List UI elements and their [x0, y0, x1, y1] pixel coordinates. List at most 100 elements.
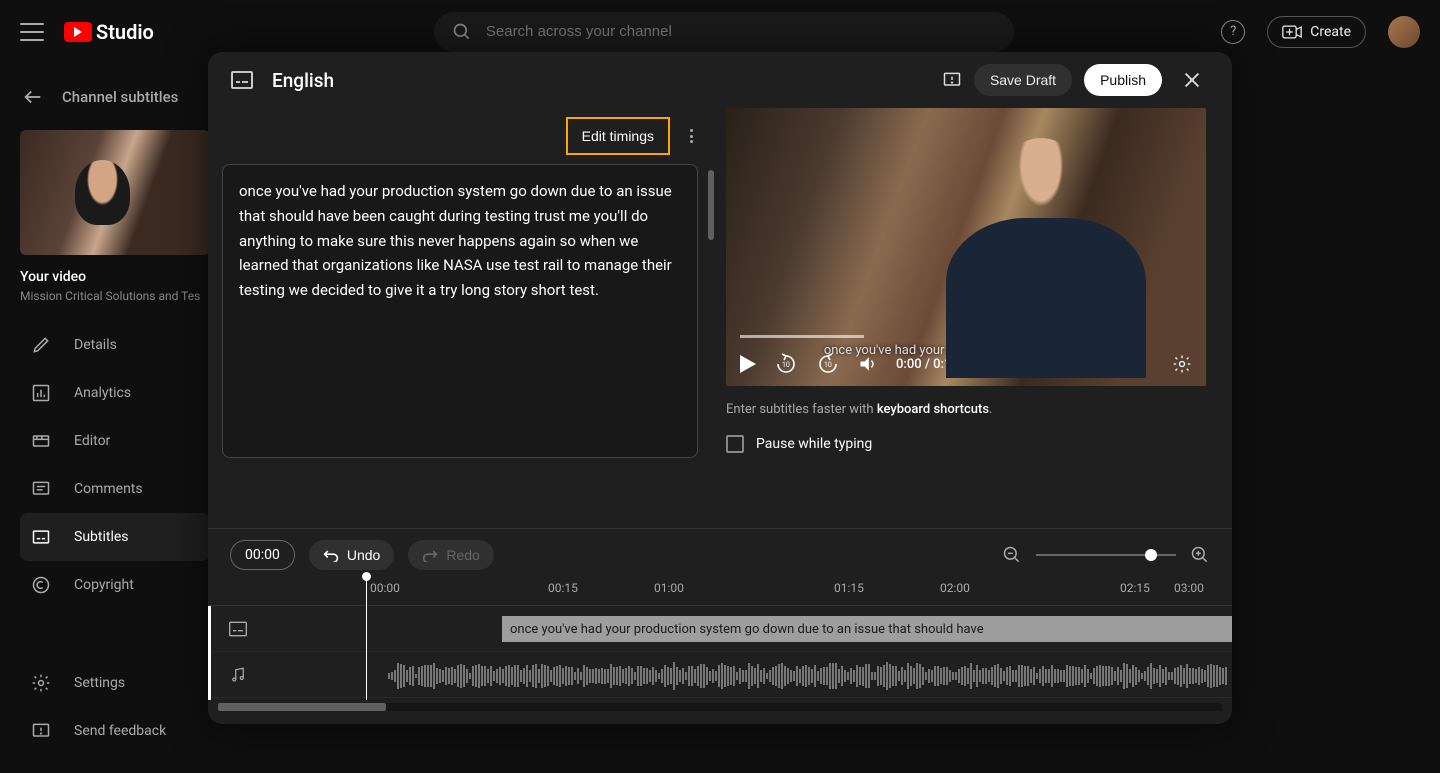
sidebar: Your video Mission Critical Solutions an… [20, 130, 210, 609]
caption-textarea[interactable] [222, 164, 698, 458]
sidebar-item-details[interactable]: Details [20, 321, 210, 369]
rewind-10-icon[interactable]: 10 [774, 352, 798, 376]
caption-icon [230, 70, 254, 90]
video-title-label: Your video [20, 269, 210, 285]
zoom-slider-thumb[interactable] [1145, 549, 1157, 561]
modal-title: English [272, 69, 334, 92]
feedback-icon [31, 721, 51, 741]
video-thumbnail[interactable] [20, 130, 210, 255]
zoom-in-icon[interactable] [1190, 545, 1210, 565]
sidebar-item-label: Send feedback [74, 723, 166, 739]
search-bar[interactable] [434, 12, 1014, 52]
pause-while-typing-row[interactable]: Pause while typing [726, 435, 1206, 453]
editor-icon [31, 431, 51, 451]
scrollbar[interactable] [708, 170, 714, 240]
preview-column: once you've had your production system g… [720, 108, 1220, 528]
avatar[interactable] [1388, 16, 1420, 48]
create-icon [1282, 25, 1302, 39]
create-button[interactable]: Create [1267, 16, 1366, 48]
sidebar-item-comments[interactable]: Comments [20, 465, 210, 513]
back-row[interactable]: Channel subtitles [22, 86, 178, 108]
settings-gear-icon[interactable] [1172, 354, 1192, 374]
undo-icon [323, 548, 339, 562]
sidebar-item-settings[interactable]: Settings [20, 659, 210, 707]
search-input[interactable] [486, 23, 996, 40]
edit-timings-button[interactable]: Edit timings [566, 117, 670, 155]
more-options-icon[interactable] [682, 127, 700, 145]
topbar-right: ? Create [1221, 16, 1420, 48]
waveform [388, 660, 1232, 692]
redo-button: Redo [408, 540, 493, 570]
playhead[interactable] [366, 576, 367, 700]
keyboard-shortcuts-link[interactable]: keyboard shortcuts [877, 402, 989, 417]
search-icon [452, 22, 472, 42]
sidebar-item-label: Editor [74, 433, 110, 449]
close-button[interactable] [1174, 62, 1210, 98]
youtube-icon [64, 22, 92, 42]
analytics-icon [31, 383, 51, 403]
create-label: Create [1310, 24, 1351, 40]
studio-logo[interactable]: Studio [64, 20, 154, 44]
video-controls: 10 10 0:00 / 0:19 [740, 352, 1192, 376]
sidebar-item-feedback[interactable]: Send feedback [20, 707, 210, 755]
caption-clip[interactable]: once you've had your production system g… [502, 616, 1232, 642]
zoom-out-icon[interactable] [1002, 545, 1022, 565]
timeline-ruler[interactable]: 00:00 00:15 01:00 01:15 02:00 02:15 03:0… [268, 581, 1232, 605]
sidebar-nav: Details Analytics Editor Comments Subtit… [20, 321, 210, 609]
music-note-icon [229, 666, 247, 684]
timeline-toolbar: 00:00 Undo Redo [208, 529, 1232, 581]
zoom-controls [1002, 545, 1210, 565]
sidebar-item-label: Analytics [74, 385, 131, 401]
redo-icon [422, 548, 438, 562]
comments-icon [31, 479, 51, 499]
subtitle-editor-modal: English Save Draft Publish Edit timings … [208, 52, 1232, 724]
menu-icon[interactable] [20, 23, 44, 41]
modal-header: English Save Draft Publish [208, 52, 1232, 108]
track-start [208, 606, 211, 700]
help-icon[interactable]: ? [1221, 20, 1245, 44]
sidebar-item-label: Comments [74, 481, 143, 497]
close-icon [1181, 69, 1203, 91]
modal-body: Edit timings once you've had your produc… [208, 108, 1232, 528]
sidebar-item-editor[interactable]: Editor [20, 417, 210, 465]
sidebar-item-subtitles[interactable]: Subtitles [20, 513, 210, 561]
play-icon[interactable] [740, 355, 756, 373]
back-label: Channel subtitles [62, 88, 178, 106]
video-time: 0:00 / 0:19 [896, 357, 959, 372]
current-time-pill[interactable]: 00:00 [230, 540, 295, 570]
publish-button[interactable]: Publish [1084, 64, 1162, 96]
timeline-tracks[interactable]: once you've had your production system g… [208, 605, 1232, 699]
sidebar-item-label: Settings [74, 675, 125, 691]
video-progress-bar[interactable] [740, 335, 864, 338]
sidebar-bottom: Settings Send feedback [20, 659, 210, 755]
copyright-icon [31, 575, 51, 595]
sidebar-item-label: Subtitles [74, 529, 129, 545]
sidebar-item-label: Details [74, 337, 117, 353]
pause-checkbox[interactable] [726, 435, 744, 453]
sidebar-item-label: Copyright [74, 577, 134, 593]
video-preview[interactable]: once you've had your production system g… [726, 108, 1206, 386]
zoom-slider[interactable] [1036, 554, 1176, 556]
volume-icon[interactable] [858, 354, 878, 374]
gear-icon [31, 673, 51, 693]
svg-text:10: 10 [824, 361, 832, 369]
undo-button[interactable]: Undo [309, 540, 394, 570]
subtitles-icon [228, 620, 248, 638]
edit-toolbar: Edit timings [222, 108, 706, 164]
caption-editor-column: Edit timings [208, 108, 720, 528]
timeline-scrollbar[interactable] [218, 703, 1222, 711]
forward-10-icon[interactable]: 10 [816, 352, 840, 376]
pencil-icon [31, 335, 51, 355]
timeline-area: 00:00 Undo Redo 00:00 00:15 01:00 01:15 … [208, 528, 1232, 711]
keyboard-hint: Enter subtitles faster with keyboard sho… [726, 402, 1206, 417]
pause-label: Pause while typing [756, 436, 872, 452]
logo-text: Studio [96, 20, 154, 44]
video-subtitle: Mission Critical Solutions and Tes [20, 289, 210, 303]
sidebar-item-analytics[interactable]: Analytics [20, 369, 210, 417]
save-draft-button[interactable]: Save Draft [974, 64, 1072, 96]
subtitles-icon [31, 527, 51, 547]
back-arrow-icon [22, 86, 44, 108]
sidebar-item-copyright[interactable]: Copyright [20, 561, 210, 609]
report-icon[interactable] [942, 70, 962, 90]
svg-text:10: 10 [782, 361, 790, 369]
